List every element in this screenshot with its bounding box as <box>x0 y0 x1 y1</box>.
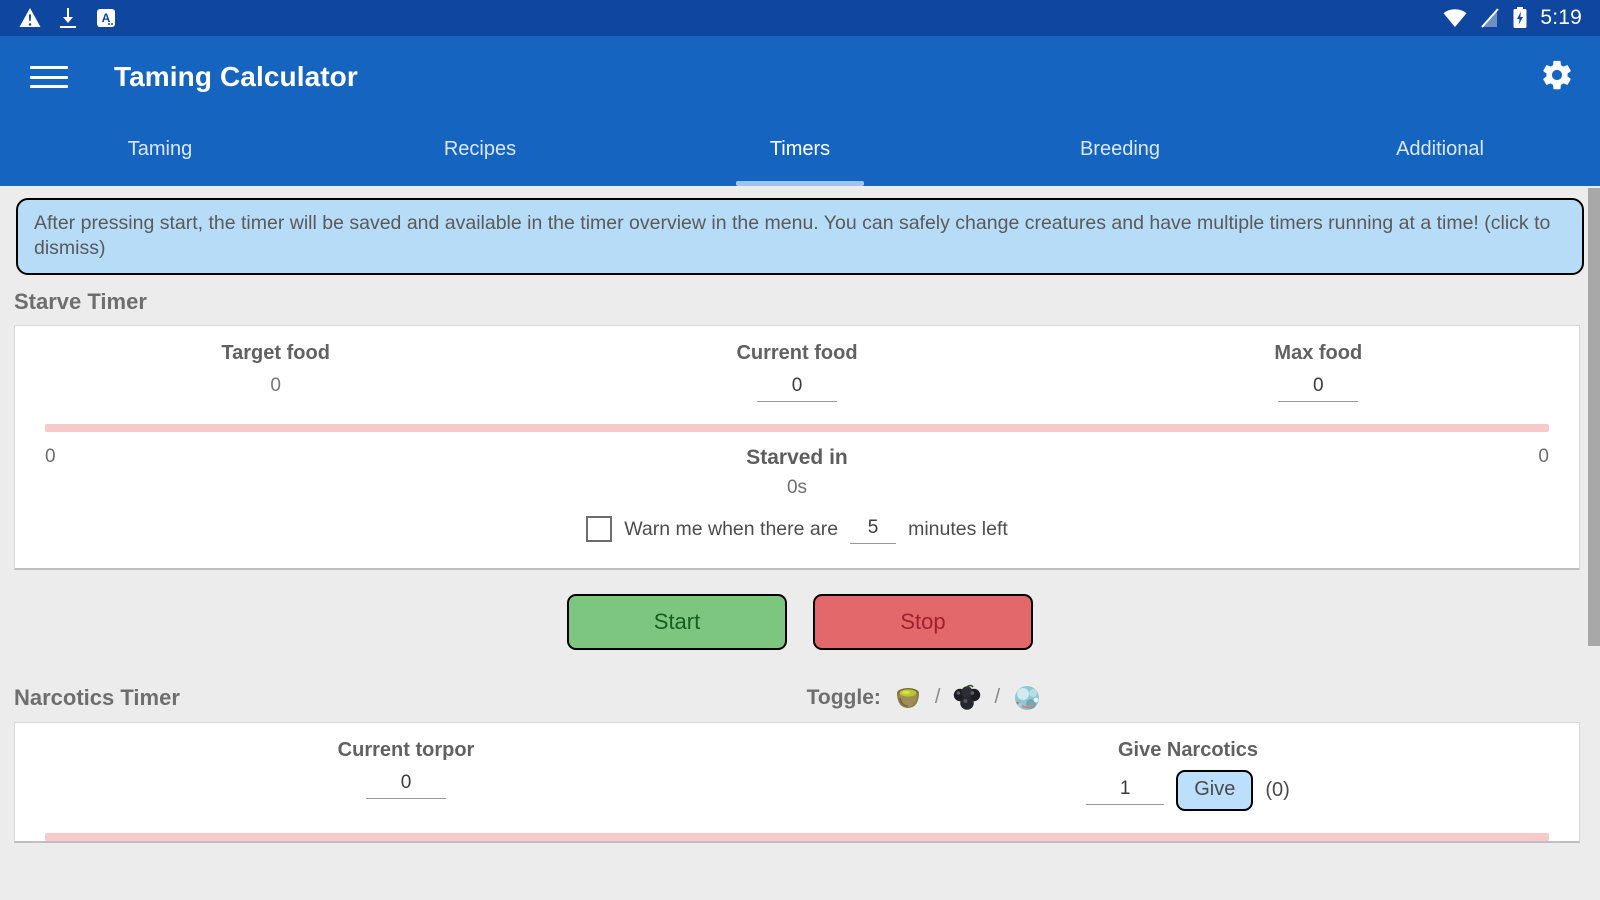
vertical-scrollbar[interactable] <box>1588 186 1600 900</box>
current-torpor-input[interactable]: 0 <box>366 770 446 799</box>
narcotic-icon[interactable] <box>890 680 926 716</box>
wifi-icon <box>1442 7 1468 29</box>
target-food-column: Target food 0 <box>15 342 536 402</box>
tab-recipes[interactable]: Recipes <box>320 118 640 186</box>
current-torpor-label: Current torpor <box>15 739 797 762</box>
progress-max-label: 0 <box>1489 446 1549 468</box>
warn-row: Warn me when there are 5 minutes left <box>15 499 1579 568</box>
starved-in-label: Starved in <box>105 446 1489 470</box>
tab-taming[interactable]: Taming <box>0 118 320 186</box>
give-narcotics-column: Give Narcotics 1 Give (0) <box>797 739 1579 811</box>
give-count-label: (0) <box>1265 779 1289 802</box>
warning-triangle-icon <box>18 6 42 30</box>
toggle-separator: / <box>935 686 941 709</box>
narcotics-toggle-group: Toggle: / <box>807 680 1045 716</box>
hamburger-menu-icon[interactable] <box>30 62 68 92</box>
tab-label: Recipes <box>444 138 516 161</box>
current-food-column: Current food 0 <box>536 342 1057 402</box>
info-banner[interactable]: After pressing start, the timer will be … <box>16 198 1584 275</box>
starve-timer-card: Target food 0 Current food 0 Max food 0 … <box>14 325 1580 570</box>
toggle-label: Toggle: <box>807 686 881 710</box>
stop-button[interactable]: Stop <box>813 594 1033 650</box>
keyboard-letter-icon: A <box>94 6 118 30</box>
narcotics-columns: Current torpor 0 Give Narcotics 1 Give (… <box>15 723 1579 817</box>
tab-label: Taming <box>128 138 192 161</box>
starve-timer-heading: Starve Timer <box>0 275 1600 325</box>
current-food-label: Current food <box>536 342 1057 365</box>
tab-label: Timers <box>770 138 830 161</box>
start-button[interactable]: Start <box>567 594 787 650</box>
warn-suffix-label: minutes left <box>908 518 1008 541</box>
bio-toxin-icon[interactable] <box>1009 680 1045 716</box>
warn-minutes-input[interactable]: 5 <box>850 515 896 544</box>
give-amount-input[interactable]: 1 <box>1086 776 1164 805</box>
status-bar: A 5:19 <box>0 0 1600 36</box>
narcotics-progress-bar <box>45 833 1549 841</box>
max-food-column: Max food 0 <box>1058 342 1579 402</box>
page-title: Taming Calculator <box>114 61 358 93</box>
main-content: After pressing start, the timer will be … <box>0 186 1600 900</box>
tab-bar: Taming Recipes Timers Breeding Additiona… <box>0 118 1600 186</box>
tab-breeding[interactable]: Breeding <box>960 118 1280 186</box>
tab-label: Additional <box>1396 138 1484 161</box>
battery-charging-icon <box>1512 6 1528 30</box>
starved-in-block: Starved in 0s <box>105 446 1489 499</box>
starve-progress-labels: 0 Starved in 0s 0 <box>15 432 1579 499</box>
signal-off-icon <box>1480 7 1500 29</box>
download-icon <box>56 6 80 30</box>
starve-progress-bar <box>45 424 1549 432</box>
starve-food-columns: Target food 0 Current food 0 Max food 0 <box>15 326 1579 408</box>
give-button[interactable]: Give <box>1176 770 1253 811</box>
narcotics-timer-heading: Narcotics Timer <box>14 685 180 711</box>
status-clock: 5:19 <box>1540 6 1582 30</box>
give-narcotics-row: 1 Give (0) <box>797 770 1579 811</box>
current-food-input[interactable]: 0 <box>757 373 837 402</box>
narcoberry-icon[interactable] <box>949 680 985 716</box>
give-narcotics-label: Give Narcotics <box>797 739 1579 762</box>
starved-in-value: 0s <box>105 477 1489 499</box>
svg-text:A: A <box>102 11 111 25</box>
warn-prefix-label: Warn me when there are <box>624 518 838 541</box>
scrollbar-thumb[interactable] <box>1588 188 1600 646</box>
narcotics-timer-card: Current torpor 0 Give Narcotics 1 Give (… <box>14 722 1580 843</box>
target-food-value: 0 <box>15 375 536 397</box>
status-bar-right-icons: 5:19 <box>1442 6 1582 30</box>
tab-label: Breeding <box>1080 138 1160 161</box>
max-food-input[interactable]: 0 <box>1278 373 1358 402</box>
narcotics-timer-header: Narcotics Timer Toggle: / <box>0 672 1600 722</box>
max-food-label: Max food <box>1058 342 1579 365</box>
gear-icon[interactable] <box>1540 58 1574 97</box>
current-torpor-column: Current torpor 0 <box>15 739 797 811</box>
warn-checkbox[interactable] <box>586 516 612 542</box>
toggle-separator: / <box>994 686 1000 709</box>
tab-additional[interactable]: Additional <box>1280 118 1600 186</box>
tab-timers[interactable]: Timers <box>640 118 960 186</box>
app-bar: Taming Calculator <box>0 36 1600 118</box>
status-bar-left-icons: A <box>18 6 118 30</box>
progress-min-label: 0 <box>45 446 105 468</box>
target-food-label: Target food <box>15 342 536 365</box>
starve-timer-actions: Start Stop <box>0 570 1600 672</box>
